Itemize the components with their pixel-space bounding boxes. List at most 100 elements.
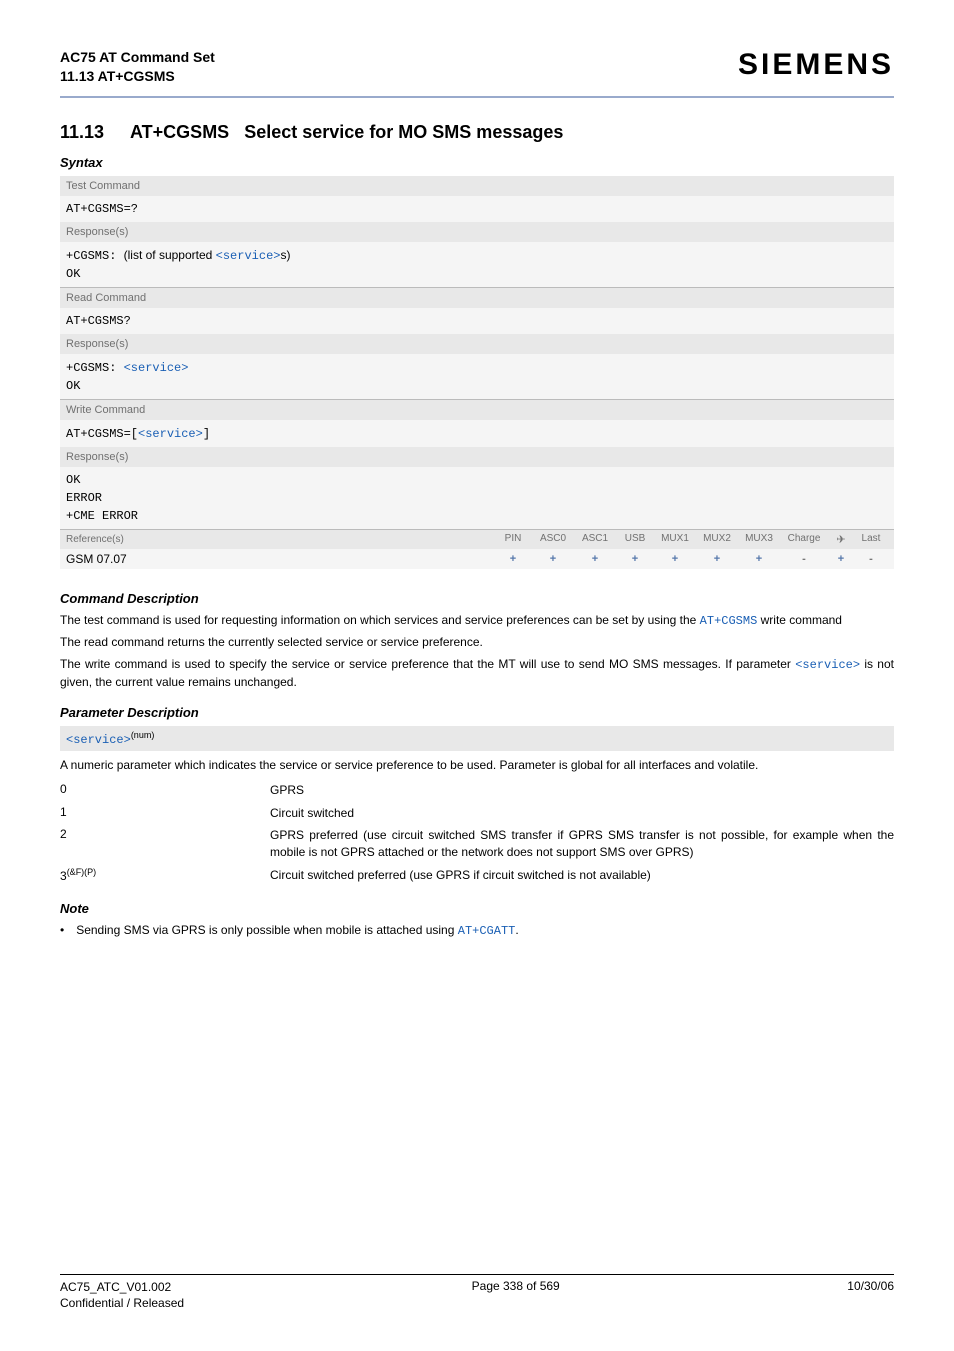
section-command: AT+CGSMS — [130, 122, 229, 142]
doc-title: AC75 AT Command Set — [60, 48, 215, 67]
footer-date: 10/30/06 — [847, 1279, 894, 1311]
test-command-cmd: AT+CGSMS=? — [66, 200, 888, 218]
footer-confidential: Confidential / Released — [60, 1295, 184, 1311]
write-cmd-param: <service> — [138, 427, 203, 441]
test-command-body: AT+CGSMS=? — [60, 196, 894, 222]
ref-val-8: + — [828, 553, 854, 565]
cmd-desc-p1-link: AT+CGSMS — [700, 614, 758, 628]
ref-col-mux3: MUX3 — [738, 533, 780, 546]
ref-val-6: + — [738, 553, 780, 565]
ref-val-1: + — [532, 553, 574, 565]
note-text: Sending SMS via GPRS is only possible wh… — [76, 922, 519, 940]
page-header: AC75 AT Command Set 11.13 AT+CGSMS SIEME… — [60, 48, 894, 86]
test-resp-prefix: +CGSMS: — [66, 249, 124, 263]
syntax-block: Test Command AT+CGSMS=? Response(s) +CGS… — [60, 176, 894, 569]
param-desc-3: Circuit switched preferred (use GPRS if … — [270, 864, 894, 887]
test-command-header: Test Command — [60, 176, 894, 196]
read-response-body: +CGSMS: <service> OK — [60, 354, 894, 399]
note-list: • Sending SMS via GPRS is only possible … — [60, 922, 894, 940]
parameter-name: <service> — [66, 733, 131, 747]
test-response-label: Response(s) — [60, 222, 894, 242]
command-description-heading: Command Description — [60, 591, 894, 606]
header-left: AC75 AT Command Set 11.13 AT+CGSMS — [60, 48, 215, 86]
ref-col-usb: USB — [616, 533, 654, 546]
param-key-2-val: 2 — [60, 827, 67, 841]
cmd-desc-p1: The test command is used for requesting … — [60, 612, 894, 630]
param-key-1: 1 — [60, 802, 270, 825]
cmd-desc-p1b: write command — [757, 613, 842, 627]
cmd-desc-p3: The write command is used to specify the… — [60, 656, 894, 692]
read-command-body: AT+CGSMS? — [60, 308, 894, 334]
ref-col-mux1: MUX1 — [654, 533, 696, 546]
test-resp-open: (list of supported — [124, 248, 216, 262]
footer-left: AC75_ATC_V01.002 Confidential / Released — [60, 1279, 184, 1311]
reference-label: Reference(s) — [66, 534, 124, 545]
syntax-heading: Syntax — [60, 155, 894, 170]
header-rule — [60, 96, 894, 98]
test-resp-param: <service> — [216, 249, 281, 263]
bullet-icon: • — [60, 922, 64, 940]
write-response-body: OK ERROR +CME ERROR — [60, 467, 894, 529]
write-command-body: AT+CGSMS=[<service>] — [60, 420, 894, 447]
test-response-body: +CGSMS: (list of supported <service>s) O… — [60, 242, 894, 287]
ref-val-9: - — [854, 553, 888, 565]
param-key-0-val: 0 — [60, 782, 67, 796]
write-resp-err: ERROR — [66, 489, 888, 507]
cmd-desc-p3a: The write command is used to specify the… — [60, 657, 795, 671]
test-resp-close: s) — [280, 248, 290, 262]
header-section-ref: 11.13 AT+CGSMS — [60, 67, 215, 86]
footer-rule — [60, 1274, 894, 1275]
param-desc-2: GPRS preferred (use circuit switched SMS… — [270, 824, 894, 864]
read-command-cmd: AT+CGSMS? — [66, 312, 888, 330]
read-resp-ok: OK — [66, 377, 888, 395]
param-key-2: 2 — [60, 824, 270, 864]
cmd-desc-p3-link: <service> — [795, 658, 860, 672]
reference-header-row: Reference(s) PIN ASC0 ASC1 USB MUX1 MUX2… — [60, 530, 894, 549]
page-footer: AC75_ATC_V01.002 Confidential / Released… — [60, 1274, 894, 1311]
read-resp-prefix: +CGSMS: — [66, 361, 124, 375]
param-row-1: 1 Circuit switched — [60, 802, 894, 825]
note-heading: Note — [60, 901, 894, 916]
param-row-3: 3(&F)(P) Circuit switched preferred (use… — [60, 864, 894, 887]
section-title: 11.13 AT+CGSMS Select service for MO SMS… — [60, 122, 894, 143]
write-resp-cme: +CME ERROR — [66, 507, 888, 525]
ref-val-0: + — [494, 553, 532, 565]
param-key-3: 3(&F)(P) — [60, 864, 270, 887]
param-row-2: 2 GPRS preferred (use circuit switched S… — [60, 824, 894, 864]
param-key-1-val: 1 — [60, 805, 67, 819]
section-rest: Select service for MO SMS messages — [244, 122, 563, 142]
reference-columns: PIN ASC0 ASC1 USB MUX1 MUX2 MUX3 Charge … — [494, 533, 888, 546]
ref-val-4: + — [654, 553, 696, 565]
section-number: 11.13 — [60, 122, 120, 143]
footer-version: AC75_ATC_V01.002 — [60, 1279, 184, 1295]
ref-val-5: + — [696, 553, 738, 565]
param-desc-1: Circuit switched — [270, 802, 894, 825]
read-response-label: Response(s) — [60, 334, 894, 354]
parameter-table: 0 GPRS 1 Circuit switched 2 GPRS preferr… — [60, 779, 894, 887]
ref-col-charge: Charge — [780, 533, 828, 546]
ref-col-last: Last — [854, 533, 888, 546]
param-row-0: 0 GPRS — [60, 779, 894, 802]
parameter-description-heading: Parameter Description — [60, 705, 894, 720]
param-key-3-val: 3 — [60, 869, 67, 883]
param-key-0: 0 — [60, 779, 270, 802]
footer-page: Page 338 of 569 — [472, 1279, 560, 1311]
note-link: AT+CGATT — [458, 924, 516, 938]
parameter-name-row: <service>(num) — [60, 726, 894, 751]
write-resp-ok: OK — [66, 471, 888, 489]
write-cmd-suffix: ] — [203, 427, 210, 441]
parameter-name-suffix: (num) — [131, 730, 155, 740]
note-text-b: . — [515, 923, 518, 937]
ref-val-2: + — [574, 553, 616, 565]
write-cmd-prefix: AT+CGSMS=[ — [66, 427, 138, 441]
read-command-header: Read Command — [60, 288, 894, 308]
note-text-a: Sending SMS via GPRS is only possible wh… — [76, 923, 458, 937]
airplane-icon: ✈ — [828, 533, 854, 546]
test-resp-ok: OK — [66, 265, 888, 283]
cmd-desc-p1a: The test command is used for requesting … — [60, 613, 700, 627]
param-key-3-sup: (&F)(P) — [67, 867, 97, 877]
ref-col-asc1: ASC1 — [574, 533, 616, 546]
parameter-intro: A numeric parameter which indicates the … — [60, 757, 894, 774]
cmd-desc-p2: The read command returns the currently s… — [60, 634, 894, 651]
write-command-header: Write Command — [60, 400, 894, 420]
